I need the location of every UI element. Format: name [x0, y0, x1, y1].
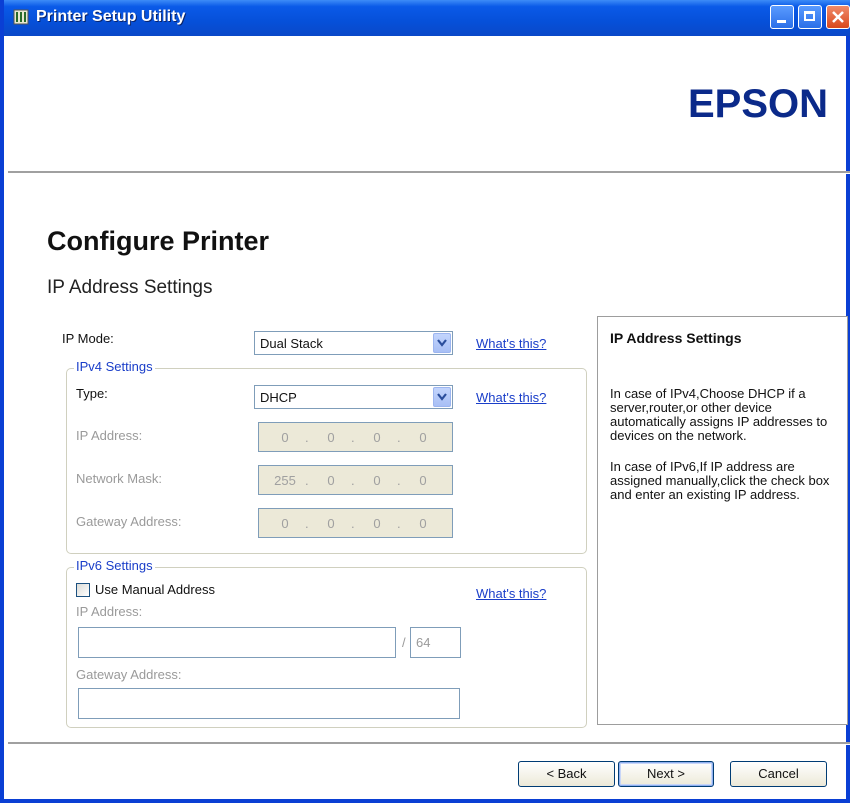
ipv6-settings-legend: IPv6 Settings — [74, 558, 155, 573]
ipv4-mask-octet: 255 — [274, 473, 296, 488]
ipv4-mask-field[interactable]: 255 . 0 . 0 . 0 — [258, 465, 453, 495]
page-title: Configure Printer — [47, 226, 270, 256]
ip-mode-label: IP Mode: — [62, 331, 114, 346]
ipv6-prefix-input[interactable]: 64 — [410, 627, 461, 658]
ipv4-mask-octet: 0 — [419, 473, 427, 488]
chevron-down-icon[interactable] — [433, 387, 451, 407]
ipv4-gateway-octet: 0 — [281, 516, 289, 531]
cancel-button[interactable]: Cancel — [730, 761, 827, 787]
ipv4-type-label: Type: — [76, 386, 108, 401]
ipv4-type-help-link[interactable]: What's this? — [476, 390, 546, 405]
ipv4-type-select[interactable]: DHCP — [254, 385, 453, 409]
ipv4-gateway-octet: 0 — [373, 516, 381, 531]
ipv4-gateway-octet: 0 — [327, 516, 335, 531]
ipv4-mask-octet: 0 — [327, 473, 335, 488]
ipv4-settings-legend: IPv4 Settings — [74, 359, 155, 374]
use-manual-address-checkbox[interactable] — [76, 583, 90, 597]
ipv4-ip-field[interactable]: 0 . 0 . 0 . 0 — [258, 422, 453, 452]
setup-window: Printer Setup Utility EPSON Configure Pr… — [0, 0, 850, 803]
ipv4-ip-octet: 0 — [419, 430, 427, 445]
use-manual-address-label[interactable]: Use Manual Address — [95, 582, 215, 597]
ipv4-ip-octet: 0 — [281, 430, 289, 445]
help-panel-title: IP Address Settings — [610, 330, 742, 346]
epson-logo: EPSON — [687, 82, 828, 126]
ip-mode-select[interactable]: Dual Stack — [254, 331, 453, 355]
ipv4-gateway-label: Gateway Address: — [76, 514, 182, 529]
footer-divider — [8, 742, 850, 745]
ipv4-gateway-octet: 0 — [419, 516, 427, 531]
ipv4-mask-label: Network Mask: — [76, 471, 162, 486]
ipv6-gateway-input[interactable] — [78, 688, 460, 719]
ipv4-mask-octet: 0 — [373, 473, 381, 488]
title-bar[interactable]: Printer Setup Utility — [4, 0, 850, 36]
ip-mode-help-link[interactable]: What's this? — [476, 336, 546, 351]
ipv6-help-link[interactable]: What's this? — [476, 586, 546, 601]
printer-app-icon — [13, 9, 29, 25]
maximize-icon[interactable] — [798, 5, 822, 29]
back-button[interactable]: < Back — [518, 761, 615, 787]
ipv6-prefix-value: 64 — [416, 635, 431, 650]
prefix-slash: / — [402, 635, 406, 650]
help-panel: IP Address Settings In case of IPv4,Choo… — [597, 316, 848, 725]
ipv4-type-value: DHCP — [260, 390, 297, 405]
ipv6-ip-input[interactable] — [78, 627, 396, 658]
ipv4-ip-octet: 0 — [373, 430, 381, 445]
help-text-ipv4: In case of IPv4,Choose DHCP if a server,… — [610, 386, 828, 443]
ipv6-gateway-label: Gateway Address: — [76, 667, 182, 682]
ip-mode-value: Dual Stack — [260, 336, 323, 351]
chevron-down-icon[interactable] — [433, 333, 451, 353]
ipv6-ip-label: IP Address: — [76, 604, 143, 619]
ipv4-ip-octet: 0 — [327, 430, 335, 445]
ipv4-ip-label: IP Address: — [76, 428, 143, 443]
minimize-icon[interactable] — [770, 5, 794, 29]
header-divider — [8, 171, 850, 174]
help-text-ipv6: In case of IPv6,If IP address are assign… — [610, 459, 830, 502]
close-icon[interactable] — [826, 5, 850, 29]
next-button[interactable]: Next > — [618, 761, 714, 787]
window-title: Printer Setup Utility — [36, 8, 186, 25]
ipv4-gateway-field[interactable]: 0 . 0 . 0 . 0 — [258, 508, 453, 538]
page-subtitle: IP Address Settings — [47, 277, 213, 298]
